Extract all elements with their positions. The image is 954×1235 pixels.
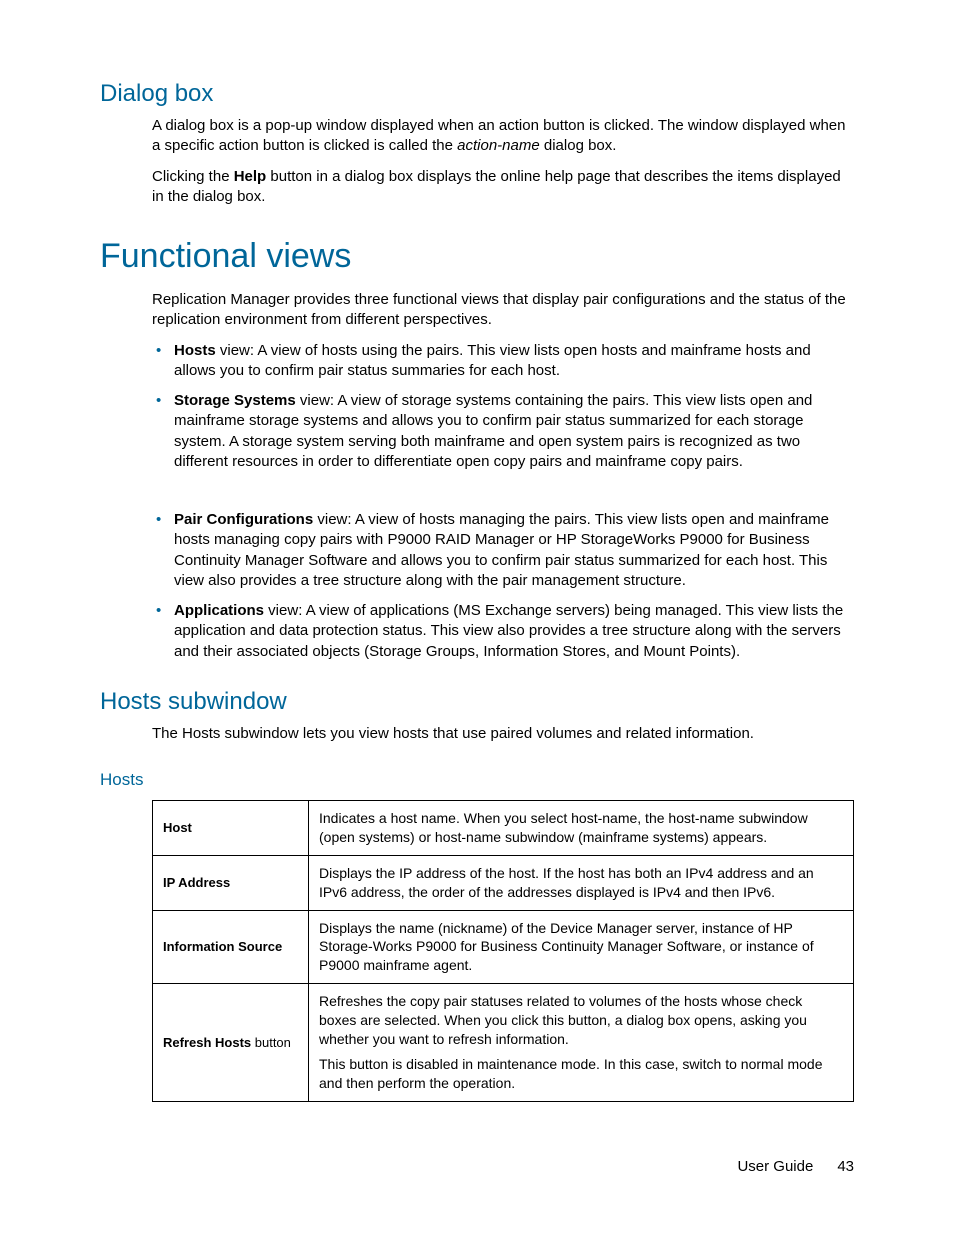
table-row: Host Indicates a host name. When you sel… [153,801,854,856]
heading-hosts-subwindow: Hosts subwindow [100,688,854,716]
row-desc: Indicates a host name. When you select h… [309,801,854,856]
heading-dialog-box: Dialog box [100,80,854,108]
para: A dialog box is a pop-up window displaye… [152,116,854,157]
row-desc: Displays the IP address of the host. If … [309,855,854,910]
bullet-list: Pair Configurations view: A view of host… [152,510,854,662]
para: Replication Manager provides three funct… [152,290,854,331]
bullet-list: Hosts view: A view of hosts using the pa… [152,341,854,473]
footer-page-number: 43 [837,1158,854,1175]
row-label: Host [153,801,309,856]
table-row: Refresh Hosts button Refreshes the copy … [153,984,854,1101]
page-footer: User Guide 43 [737,1158,854,1175]
table-row: IP Address Displays the IP address of th… [153,855,854,910]
heading-functional-views: Functional views [100,237,854,276]
text: dialog box. [540,137,617,154]
hosts-table: Host Indicates a host name. When you sel… [152,800,854,1102]
subheading-hosts: Hosts [100,770,854,790]
row-desc: Displays the name (nickname) of the Devi… [309,910,854,984]
list-item: Hosts view: A view of hosts using the pa… [152,341,854,382]
bold-term: Storage Systems [174,392,296,409]
para: The Hosts subwindow lets you view hosts … [152,724,854,744]
bold-term: Hosts [174,342,216,359]
para: Clicking the Help button in a dialog box… [152,167,854,208]
text: Clicking the [152,168,234,185]
text: button [251,1035,291,1050]
text: Refresh Hosts [163,1035,251,1050]
bold-term: Pair Configurations [174,511,313,528]
row-label: Refresh Hosts button [153,984,309,1101]
list-item: Applications view: A view of application… [152,601,854,662]
italic-term: action-name [457,137,540,154]
text: This button is disabled in maintenance m… [319,1055,843,1093]
table-row: Information Source Displays the name (ni… [153,910,854,984]
row-label: IP Address [153,855,309,910]
bold-term: Applications [174,602,264,619]
row-label: Information Source [153,910,309,984]
row-desc: Refreshes the copy pair statuses related… [309,984,854,1101]
text: view: A view of applications (MS Exchang… [174,602,843,660]
footer-doc-title: User Guide [737,1158,813,1175]
list-item: Storage Systems view: A view of storage … [152,391,854,472]
text: view: A view of hosts using the pairs. T… [174,342,811,379]
list-item: Pair Configurations view: A view of host… [152,510,854,591]
bold-term: Help [234,168,267,185]
text: Refreshes the copy pair statuses related… [319,992,843,1049]
